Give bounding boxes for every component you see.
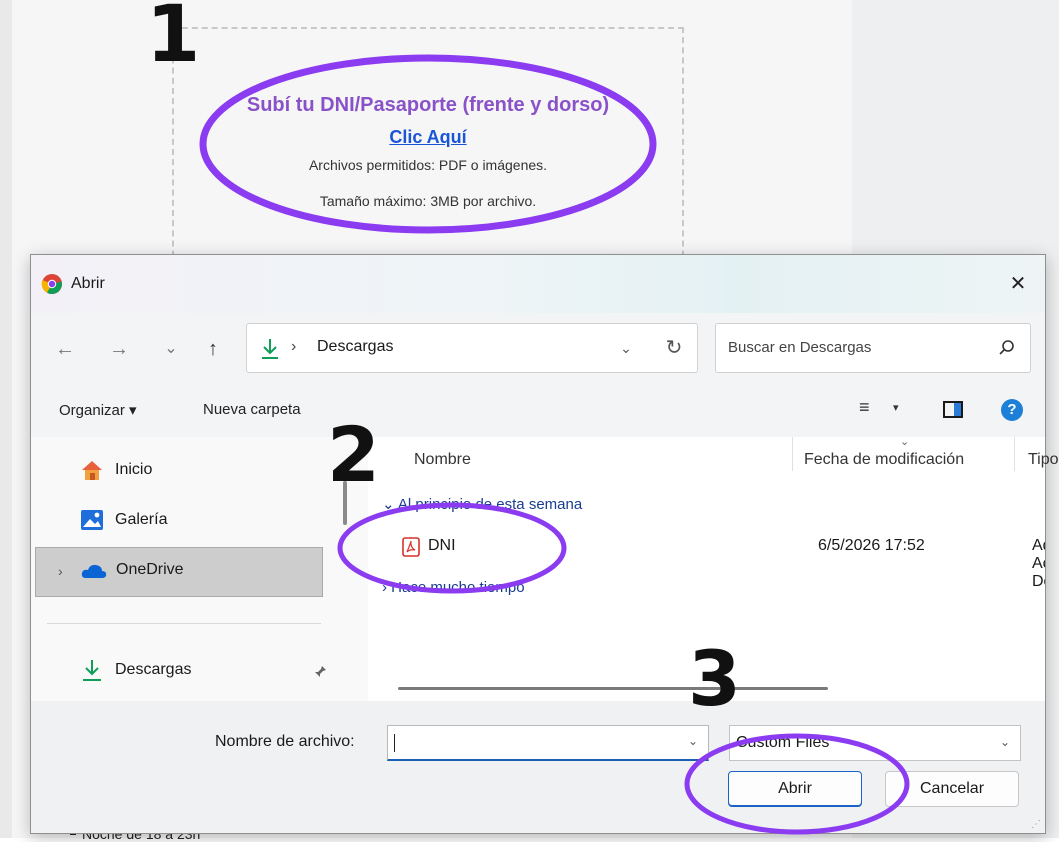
cancel-button[interactable]: Cancelar xyxy=(885,771,1019,807)
table-row[interactable]: DNI 6/5/2026 17:52 Adobe Acrobat Documen… xyxy=(382,533,1045,590)
downloads-icon xyxy=(83,660,101,681)
file-type-select[interactable]: Custom Files ⌄ xyxy=(729,725,1021,761)
preview-pane-icon[interactable] xyxy=(943,401,963,418)
view-dropdown-icon[interactable]: ▾ xyxy=(893,401,899,414)
new-folder-button[interactable]: Nueva carpeta xyxy=(203,401,301,418)
column-divider[interactable] xyxy=(792,437,793,471)
sidebar-item-label: OneDrive xyxy=(116,561,184,578)
upload-click-link[interactable]: Clic Aquí xyxy=(218,127,638,148)
sidebar-item-label: Inicio xyxy=(115,461,153,478)
chrome-icon xyxy=(41,274,62,294)
annotation-step-2: 2 xyxy=(327,410,380,499)
pdf-icon xyxy=(402,537,420,557)
filename-input[interactable]: ⌄ xyxy=(387,725,709,761)
path-separator: › xyxy=(291,338,297,355)
pin-icon[interactable] xyxy=(313,665,327,682)
file-type-value: Custom Files xyxy=(736,734,830,751)
onedrive-icon xyxy=(81,564,107,578)
sidebar-item-onedrive[interactable]: › OneDrive xyxy=(35,547,323,597)
chevron-down-icon[interactable]: ⌄ xyxy=(688,734,698,748)
annotation-step-3: 3 xyxy=(688,634,741,723)
text-cursor xyxy=(394,734,395,752)
file-type: Adobe Acrobat Document xyxy=(1032,537,1045,590)
address-path[interactable]: Descargas xyxy=(317,338,393,356)
file-open-dialog: Abrir ✕ ← → ⌄ ↑ › Descargas ⌄ ↻ Buscar e… xyxy=(30,254,1059,834)
column-header-date[interactable]: Fecha de modificación xyxy=(804,451,964,469)
upload-title: Subí tu DNI/Pasaporte (frente y dorso) xyxy=(246,94,610,116)
forward-button[interactable]: → xyxy=(105,335,133,363)
upload-dropzone[interactable] xyxy=(172,27,684,277)
sort-chevron-icon: ⌄ xyxy=(900,436,910,448)
address-bar[interactable]: › Descargas ⌄ ↻ xyxy=(246,323,698,373)
group-header-this-week[interactable]: ⌄ Al principio de esta semana xyxy=(382,495,582,513)
search-input[interactable]: Buscar en Descargas xyxy=(728,339,871,356)
recent-locations-button[interactable]: ⌄ xyxy=(157,335,185,363)
home-icon xyxy=(82,461,102,480)
dialog-title: Abrir xyxy=(71,275,105,292)
column-header-type-label: Tipo xyxy=(1028,451,1059,468)
upload-allowed-files: Archivos permitidos: PDF o imágenes. xyxy=(308,157,548,173)
column-header-type[interactable]: Tipo xyxy=(1028,451,1059,469)
search-box[interactable]: Buscar en Descargas xyxy=(715,323,1031,373)
column-header-name[interactable]: Nombre xyxy=(414,451,471,469)
back-button[interactable]: ← xyxy=(51,335,79,363)
resize-grip-icon[interactable]: ⋰ xyxy=(1031,819,1041,830)
sidebar-divider xyxy=(47,623,321,624)
refresh-icon[interactable]: ↻ xyxy=(661,334,687,362)
dialog-titlebar: Abrir ✕ xyxy=(31,255,1045,313)
file-date: 6/5/2026 17:52 xyxy=(818,537,925,554)
horizontal-scrollbar[interactable] xyxy=(398,687,828,690)
command-toolbar: Organizar ▾ Nueva carpeta ≡ ▾ ? xyxy=(31,379,1045,437)
navigation-pane: Inicio Galería › OneDrive Descargas xyxy=(31,437,368,701)
navigation-bar: ← → ⌄ ↑ › Descargas ⌄ ↻ Buscar en Descar… xyxy=(31,313,1045,379)
up-button[interactable]: ↑ xyxy=(199,335,227,363)
chevron-down-icon: ⌄ xyxy=(1000,735,1011,749)
dialog-footer: Nombre de archivo: ⌄ Custom Files ⌄ Abri… xyxy=(31,701,1045,833)
file-name: DNI xyxy=(428,537,456,554)
close-button[interactable]: ✕ xyxy=(1001,269,1035,299)
sidebar-item-label: Descargas xyxy=(115,661,192,678)
group-header-long-ago[interactable]: › Hace mucho tiempo xyxy=(382,579,525,596)
open-button[interactable]: Abrir xyxy=(728,771,862,807)
column-divider[interactable] xyxy=(1014,437,1015,471)
gallery-icon xyxy=(81,510,103,530)
view-options-icon[interactable]: ≡ xyxy=(859,397,870,418)
organize-menu[interactable]: Organizar ▾ xyxy=(59,401,137,419)
annotation-step-1: 1 xyxy=(146,0,201,80)
background-left-margin xyxy=(0,0,12,838)
help-icon[interactable]: ? xyxy=(1001,399,1023,421)
search-icon[interactable] xyxy=(996,337,1018,359)
chevron-down-icon[interactable]: ⌄ xyxy=(615,336,637,360)
filename-label: Nombre de archivo: xyxy=(215,733,355,750)
expand-chevron-icon[interactable]: › xyxy=(58,563,63,579)
sidebar-item-label: Galería xyxy=(115,511,168,528)
download-icon xyxy=(262,339,278,359)
upload-max-size: Tamaño máximo: 3MB por archivo. xyxy=(319,193,537,209)
